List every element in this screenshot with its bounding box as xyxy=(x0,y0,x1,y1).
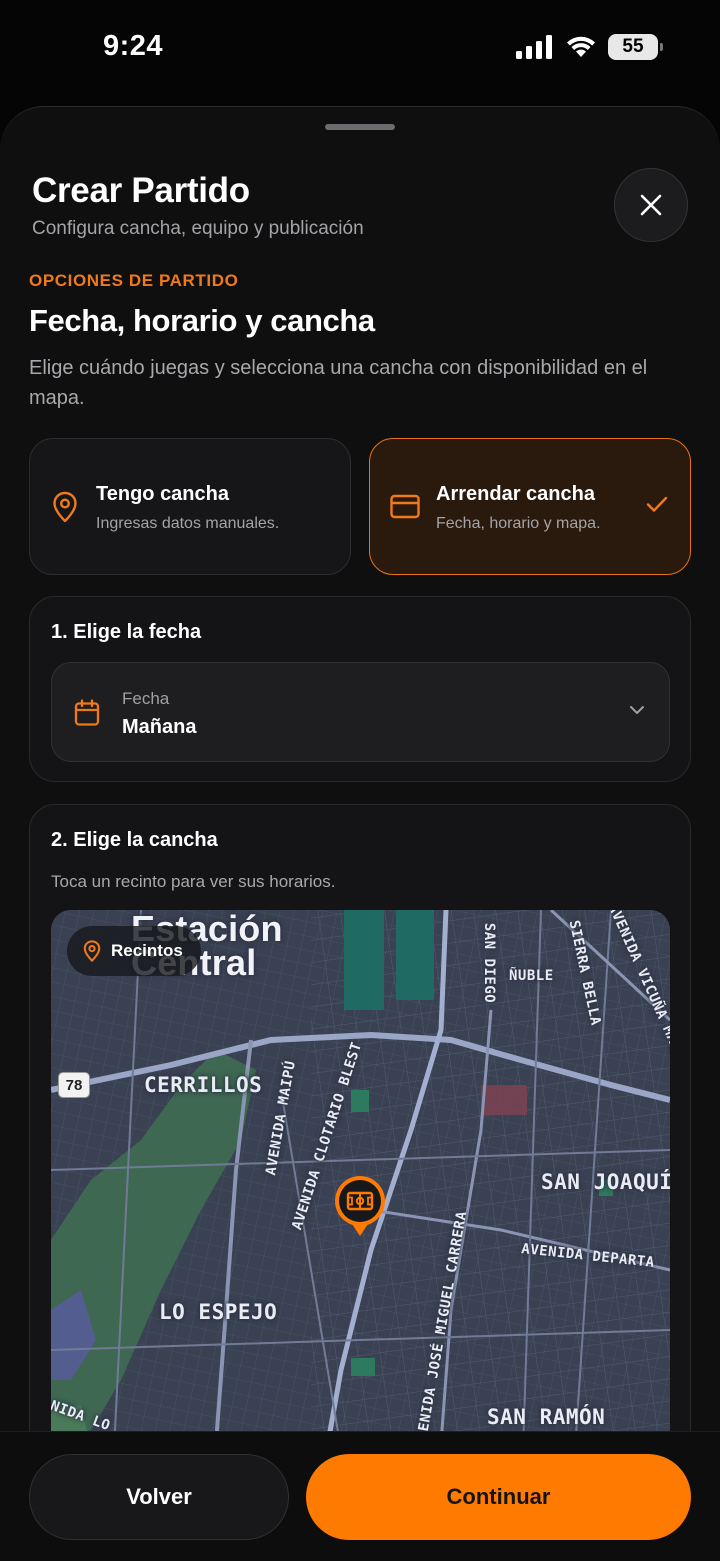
section-eyebrow: OPCIONES DE PARTIDO xyxy=(29,271,239,290)
location-pin-icon xyxy=(53,491,77,523)
map-label-nuble: ÑUBLE xyxy=(509,968,554,984)
venues-map[interactable]: Estación Central CERRILLOS LO ESPEJO SAN… xyxy=(51,910,670,1510)
option-rent-title: Arrendar cancha xyxy=(436,483,595,505)
battery-indicator: 55 xyxy=(608,34,663,60)
section-description: Elige cuándo juegas y selecciona una can… xyxy=(29,357,648,409)
continue-button[interactable]: Continuar xyxy=(306,1454,691,1540)
venues-chip-label: Recintos xyxy=(111,941,183,960)
map-label-san-ramon: SAN RAMÓN xyxy=(487,1405,606,1429)
route-78-badge: 78 xyxy=(58,1072,90,1098)
status-bar: 9:24 55 xyxy=(0,0,720,100)
create-match-sheet: Crear Partido Configura cancha, equipo y… xyxy=(0,106,720,1561)
sheet-subtitle: Configura cancha, equipo y publicación xyxy=(32,218,364,239)
venue-marker-pin[interactable] xyxy=(333,1174,387,1240)
option-rent-field[interactable]: Arrendar cancha Fecha, horario y mapa. xyxy=(369,438,691,575)
status-icons: 55 xyxy=(516,34,663,60)
field-step-hint: Toca un recinto para ver sus horarios. xyxy=(51,872,336,891)
sheet-title: Crear Partido xyxy=(32,171,250,210)
date-select[interactable]: Fecha Mañana xyxy=(51,662,670,762)
back-button[interactable]: Volver xyxy=(29,1454,289,1540)
map-label-san-diego: SAN DIEGO xyxy=(481,922,498,1004)
section-title: Fecha, horario y cancha xyxy=(29,303,375,338)
chevron-down-icon xyxy=(630,706,644,714)
date-field-value: Mañana xyxy=(122,716,197,738)
option-rent-subtitle: Fecha, horario y mapa. xyxy=(436,515,601,532)
sheet-drag-handle[interactable] xyxy=(325,124,395,130)
card-icon xyxy=(390,494,420,519)
close-icon xyxy=(640,194,662,216)
map-label-san-joaquin: SAN JOAQUÍN xyxy=(541,1170,670,1194)
option-own-subtitle: Ingresas datos manuales. xyxy=(96,515,280,532)
date-step-card: 1. Elige la fecha Fecha Mañana xyxy=(29,596,691,782)
location-pin-icon xyxy=(83,940,101,962)
close-button[interactable] xyxy=(614,168,688,242)
map-label-cerrillos: CERRILLOS xyxy=(144,1073,263,1097)
map-label-lo-espejo: LO ESPEJO xyxy=(159,1300,278,1324)
cellular-signal-icon xyxy=(516,35,552,59)
date-field-label: Fecha xyxy=(122,689,170,708)
checkmark-icon xyxy=(646,496,668,512)
date-step-title: 1. Elige la fecha xyxy=(51,621,202,643)
bottom-action-bar: Volver Continuar xyxy=(0,1431,720,1561)
battery-level: 55 xyxy=(622,36,644,57)
calendar-icon xyxy=(74,699,100,726)
venues-filter-chip[interactable]: Recintos xyxy=(67,926,201,976)
wifi-icon xyxy=(567,36,595,57)
option-own-field[interactable]: Tengo cancha Ingresas datos manuales. xyxy=(29,438,351,575)
status-time: 9:24 xyxy=(103,30,164,62)
option-own-title: Tengo cancha xyxy=(96,483,229,505)
field-step-title: 2. Elige la cancha xyxy=(51,829,218,851)
